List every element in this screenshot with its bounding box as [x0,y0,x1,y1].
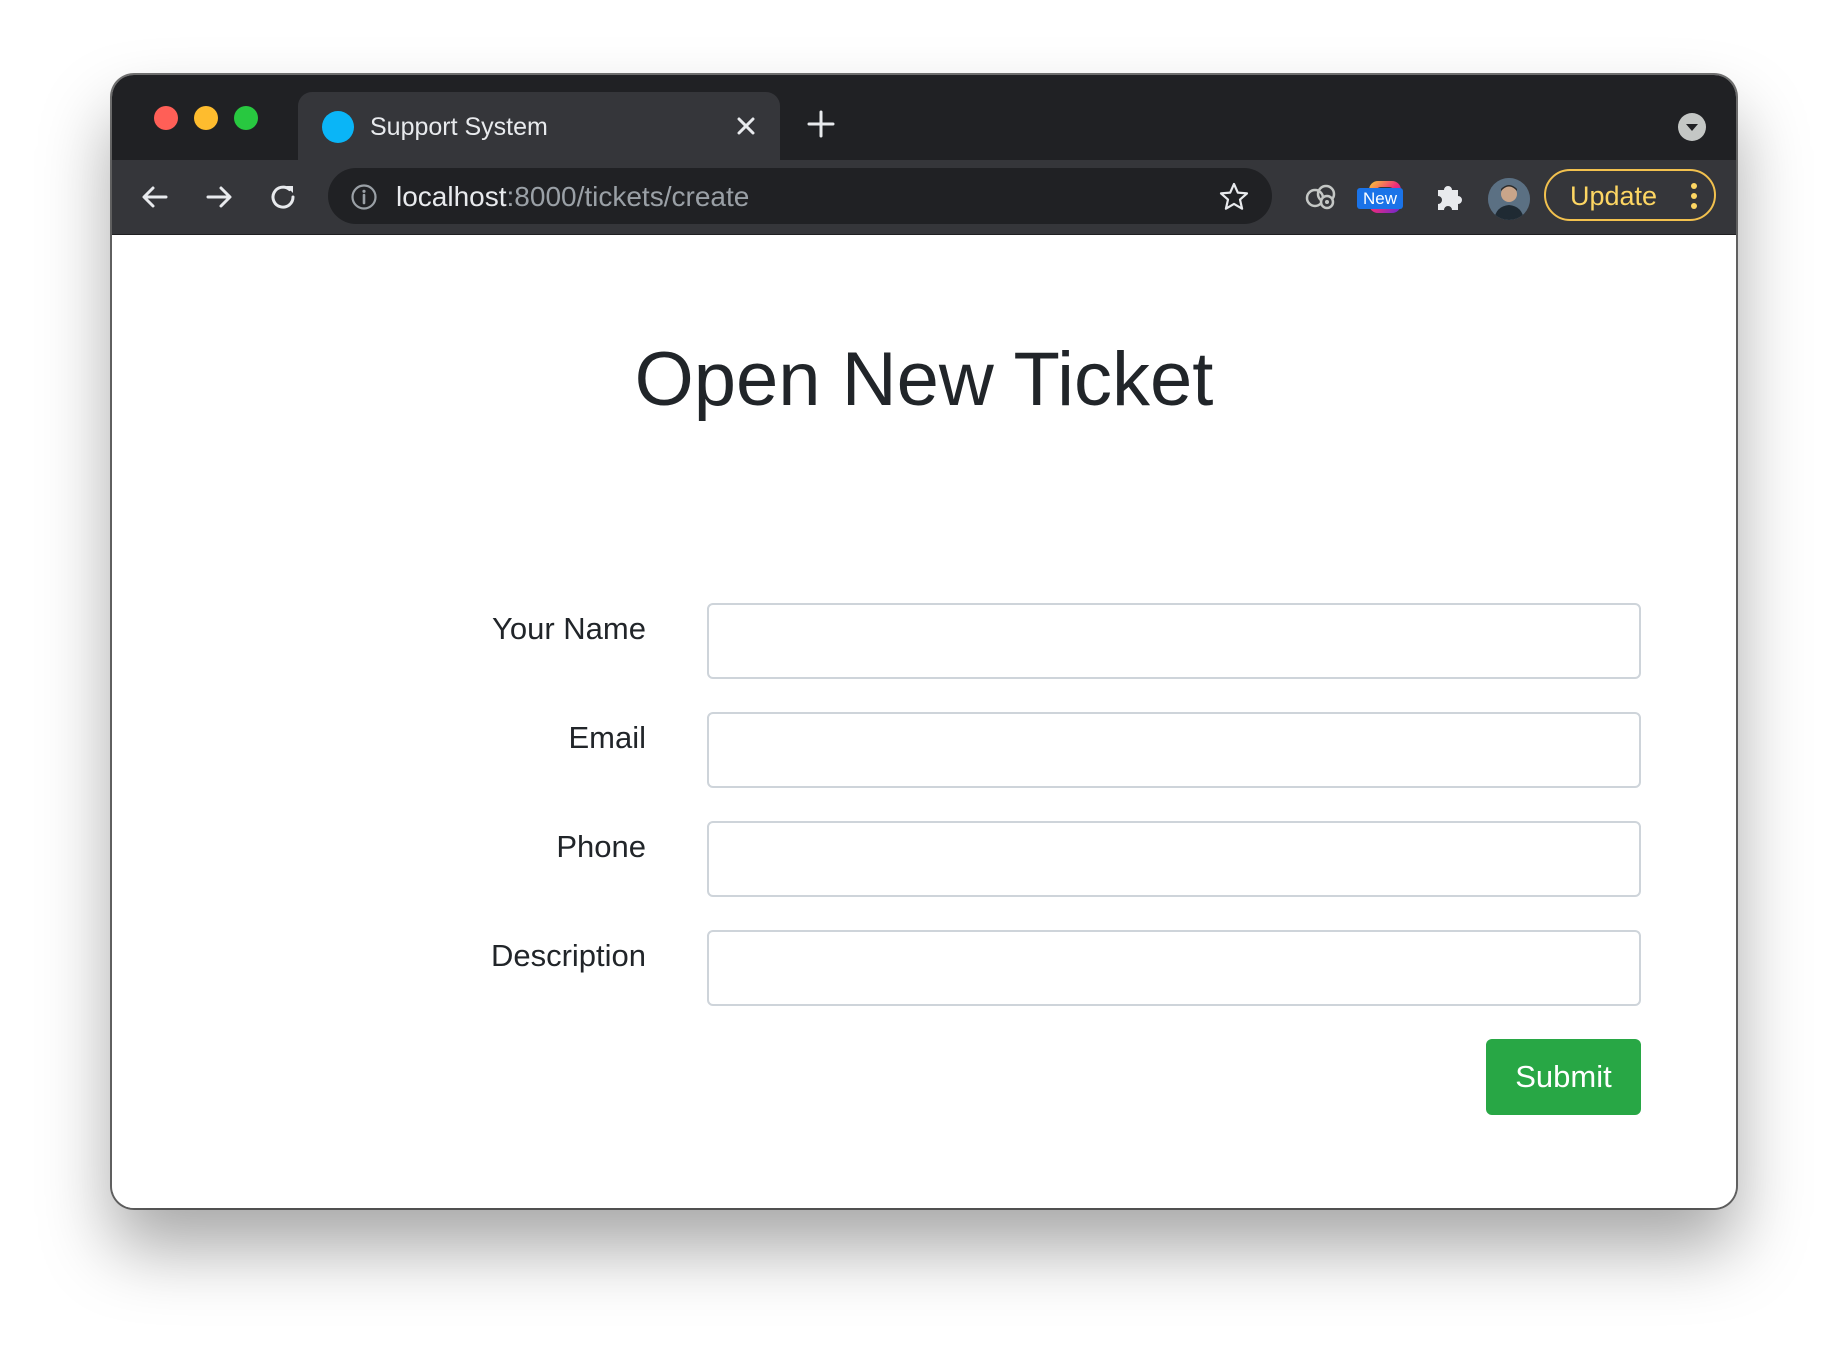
close-window-button[interactable] [154,106,178,130]
favicon-icon [322,111,354,143]
page-content: Open New Ticket Your Name Email Phone De… [112,235,1736,1208]
name-input[interactable] [707,603,1641,679]
name-label: Your Name [492,611,646,646]
url-host: localhost [396,181,507,212]
avatar[interactable] [1488,178,1530,220]
tab-title: Support System [370,113,548,141]
update-button[interactable]: Update [1544,169,1716,221]
info-icon[interactable] [350,183,378,211]
phone-input[interactable] [707,821,1641,897]
reload-icon[interactable] [266,180,300,214]
forward-arrow-icon[interactable] [202,180,236,214]
extension-icon[interactable] [1302,178,1340,216]
url-path: :8000/tickets/create [506,181,750,212]
tab-search-icon[interactable] [1678,113,1706,141]
address-bar[interactable]: localhost:8000/tickets/create [328,168,1272,224]
browser-window: Support System localhost:8000/tickets/cr… [112,75,1736,1208]
new-badge: New [1357,188,1403,209]
description-label: Description [490,938,646,973]
maximize-window-button[interactable] [234,106,258,130]
puzzle-icon[interactable] [1430,178,1468,216]
minimize-window-button[interactable] [194,106,218,130]
plus-icon[interactable] [806,109,836,139]
form-row-phone: Phone [112,821,1736,897]
form-row-name: Your Name [112,603,1736,679]
browser-toolbar: localhost:8000/tickets/create New Update [112,160,1736,235]
description-input[interactable] [707,930,1641,1006]
submit-button[interactable]: Submit [1486,1039,1641,1115]
update-label: Update [1570,181,1658,211]
star-icon[interactable] [1218,181,1250,213]
page-title: Open New Ticket [634,337,1214,422]
email-label: Email [568,720,646,755]
close-icon[interactable] [732,112,760,140]
form-row-email: Email [112,712,1736,788]
phone-label: Phone [556,829,646,864]
email-input[interactable] [707,712,1641,788]
url-text: localhost:8000/tickets/create [396,181,749,213]
back-arrow-icon[interactable] [138,180,172,214]
tab-support-system[interactable]: Support System [298,92,780,160]
tab-strip: Support System [112,75,1736,160]
form-row-description: Description [112,930,1736,1006]
kebab-menu-icon[interactable] [1690,182,1698,210]
